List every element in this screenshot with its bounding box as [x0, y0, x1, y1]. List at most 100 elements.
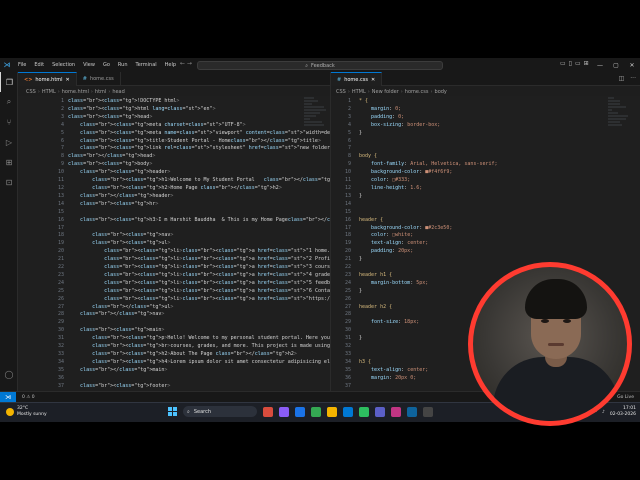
problems-count[interactable]: 0 ⚠ 0	[16, 395, 35, 400]
code-line[interactable]	[359, 201, 498, 209]
code-line[interactable]: class="br"><class="tg">head>	[68, 114, 330, 122]
code-line[interactable]: class="br"><class="tg">h2>About The Page…	[68, 351, 330, 359]
code-line[interactable]: class="br"><class="tg">header>	[68, 169, 330, 177]
code-line[interactable]: margin-bottom: 5px;	[359, 280, 498, 288]
weather-widget[interactable]: 32°C Mostly sunny	[6, 406, 47, 418]
breadcrumb-item[interactable]: head	[112, 89, 124, 95]
code-line[interactable]: class="br"></class="tg">main>	[68, 367, 330, 375]
split-editor-icon[interactable]: ◫	[619, 75, 625, 82]
menu-run[interactable]: Run	[114, 62, 132, 68]
code-line[interactable]	[68, 319, 330, 327]
code-line[interactable]: class="br"><class="tg">li>class="br"><cl…	[68, 248, 330, 256]
teams-app-icon[interactable]	[375, 406, 385, 417]
code-line[interactable]: header {	[359, 217, 498, 225]
chrome-browser-icon[interactable]	[311, 406, 321, 417]
code-line[interactable]: margin: 0;	[359, 106, 498, 114]
breadcrumb-item[interactable]: CSS	[336, 89, 346, 95]
store-app-icon[interactable]	[343, 406, 353, 417]
code-line[interactable]: class="br"><class="tg">h3>I m Harshit Ba…	[68, 217, 330, 225]
code-line[interactable]: class="br"><class="tg">!DOCTYPE html>	[68, 98, 330, 106]
menu-edit[interactable]: Edit	[30, 62, 48, 68]
code-line[interactable]	[359, 264, 498, 272]
code-line[interactable]: line-height: 1.6;	[359, 185, 498, 193]
nav-arrows-icon[interactable]: ← →	[180, 60, 192, 67]
code-line[interactable]: * {	[359, 98, 498, 106]
code-line[interactable]: class="br"><class="tg">li>class="br"><cl…	[68, 264, 330, 272]
minimap-right[interactable]	[608, 96, 632, 176]
breadcrumb-item[interactable]: body	[435, 89, 447, 95]
windows-start-icon[interactable]	[168, 407, 177, 416]
code-line[interactable]: class="br"><class="tg">p>Hello! Welcome …	[68, 335, 330, 343]
html-code-lines[interactable]: class="br"><class="tg">!DOCTYPE html> cla…	[68, 98, 330, 398]
code-line[interactable]: class="br"><class="tg">li>class="br"><cl…	[68, 280, 330, 288]
close-tab-icon[interactable]: ✕	[371, 77, 375, 83]
code-line[interactable]: }	[359, 288, 498, 296]
code-line[interactable]: class="br"><class="tg">h2>Home Page clas…	[68, 185, 330, 193]
code-line[interactable]: }	[359, 256, 498, 264]
file-explorer-icon[interactable]	[327, 406, 337, 417]
code-line[interactable]	[68, 225, 330, 233]
code-line[interactable]: class="br"><class="tg">link rel=class="s…	[68, 145, 330, 153]
status-item[interactable]: Go Live	[617, 395, 634, 400]
breadcrumb-item[interactable]: HTML	[42, 89, 56, 95]
code-line[interactable]: class="br"><class="tg">footer>	[68, 383, 330, 391]
code-line[interactable]: padding: 20px;	[359, 248, 498, 256]
code-line[interactable]: body {	[359, 153, 498, 161]
run-debug-icon[interactable]: ▷	[0, 132, 18, 152]
breadcrumb-item[interactable]: CSS	[26, 89, 36, 95]
minimize-button[interactable]: —	[592, 62, 608, 69]
code-line[interactable]: class="br"><class="tg">ul>	[68, 240, 330, 248]
code-line[interactable]	[359, 145, 498, 153]
vscode-taskbar-icon[interactable]	[407, 406, 417, 417]
search-icon[interactable]: ⌕	[0, 92, 18, 112]
tab-home-css-right[interactable]: # home.css ✕	[331, 72, 383, 86]
source-control-icon[interactable]: ⑂	[0, 112, 18, 132]
code-line[interactable]: class="br"><class="tg">br>courses, grade…	[68, 343, 330, 351]
code-line[interactable]: class="br"><class="tg">hr>	[68, 201, 330, 209]
extensions-icon[interactable]: ⊞	[0, 152, 18, 172]
edge-browser-icon[interactable]	[295, 406, 305, 417]
code-line[interactable]: class="br"><class="tg">meta charset=clas…	[68, 122, 330, 130]
breadcrumb-item[interactable]: home.html	[62, 89, 89, 95]
breadcrumb-item[interactable]: home.css	[405, 89, 429, 95]
code-line[interactable]: text-align: center;	[359, 240, 498, 248]
code-line[interactable]: padding: 0;	[359, 114, 498, 122]
code-line[interactable]	[359, 209, 498, 217]
tab-home-html[interactable]: <> home.html ✕	[18, 72, 77, 86]
menu-file[interactable]: File	[14, 62, 30, 68]
terminal-app-icon[interactable]	[423, 406, 433, 417]
code-line[interactable]: class="br"><class="tg">main>	[68, 327, 330, 335]
account-icon[interactable]: ◯	[0, 364, 18, 384]
breadcrumb-item[interactable]: New folder	[372, 89, 399, 95]
code-line[interactable]: class="br"><class="tg">body>	[68, 161, 330, 169]
code-line[interactable]: class="br"><class="tg">h4>Lorem ipsum do…	[68, 359, 330, 367]
whatsapp-icon[interactable]	[359, 406, 369, 417]
more-actions-icon[interactable]: ···	[630, 75, 636, 82]
code-line[interactable]: class="br"></class="tg">nav>	[68, 311, 330, 319]
code-line[interactable]: box-sizing: border-box;	[359, 122, 498, 130]
code-line[interactable]: header h1 {	[359, 272, 498, 280]
task-view-icon[interactable]	[279, 406, 289, 417]
code-line[interactable]	[359, 383, 498, 391]
code-line[interactable]	[68, 375, 330, 383]
menu-terminal[interactable]: Terminal	[132, 62, 161, 68]
code-line[interactable]: background-color: ■#f4f6f9;	[359, 169, 498, 177]
code-line[interactable]: class="br"><class="tg">h1>Welcome to My …	[68, 177, 330, 185]
code-line[interactable]: class="br"><class="tg">li>class="br"><cl…	[68, 296, 330, 304]
code-line[interactable]: class="br"><class="tg">title>Student Por…	[68, 138, 330, 146]
maximize-button[interactable]: ▢	[608, 62, 624, 69]
code-line[interactable]: }	[359, 193, 498, 201]
code-line[interactable]: class="br"></class="tg">ul>	[68, 304, 330, 312]
code-line[interactable]	[359, 138, 498, 146]
menu-view[interactable]: View	[79, 62, 99, 68]
command-search-input[interactable]: ⌕ Feedback	[197, 61, 443, 70]
code-line[interactable]: class="br"></class="tg">header>	[68, 193, 330, 201]
code-line[interactable]	[359, 296, 498, 304]
taskbar-search-box[interactable]: ⌕ Search	[183, 406, 257, 417]
minimap-left[interactable]	[304, 96, 328, 176]
code-line[interactable]: class="br"><class="tg">li>class="br"><cl…	[68, 272, 330, 280]
code-line[interactable]: class="br"><class="tg">meta name=class="…	[68, 130, 330, 138]
code-line[interactable]: class="br"><class="tg">li>class="br"><cl…	[68, 256, 330, 264]
html-editor-pane[interactable]: 1 2 3 4 5 6 7 8 9 10 11 12 13 14 15 16 17 18 19 20 21 22 23 24 2…	[18, 96, 330, 408]
remote-explorer-icon[interactable]: ⊡	[0, 172, 18, 192]
